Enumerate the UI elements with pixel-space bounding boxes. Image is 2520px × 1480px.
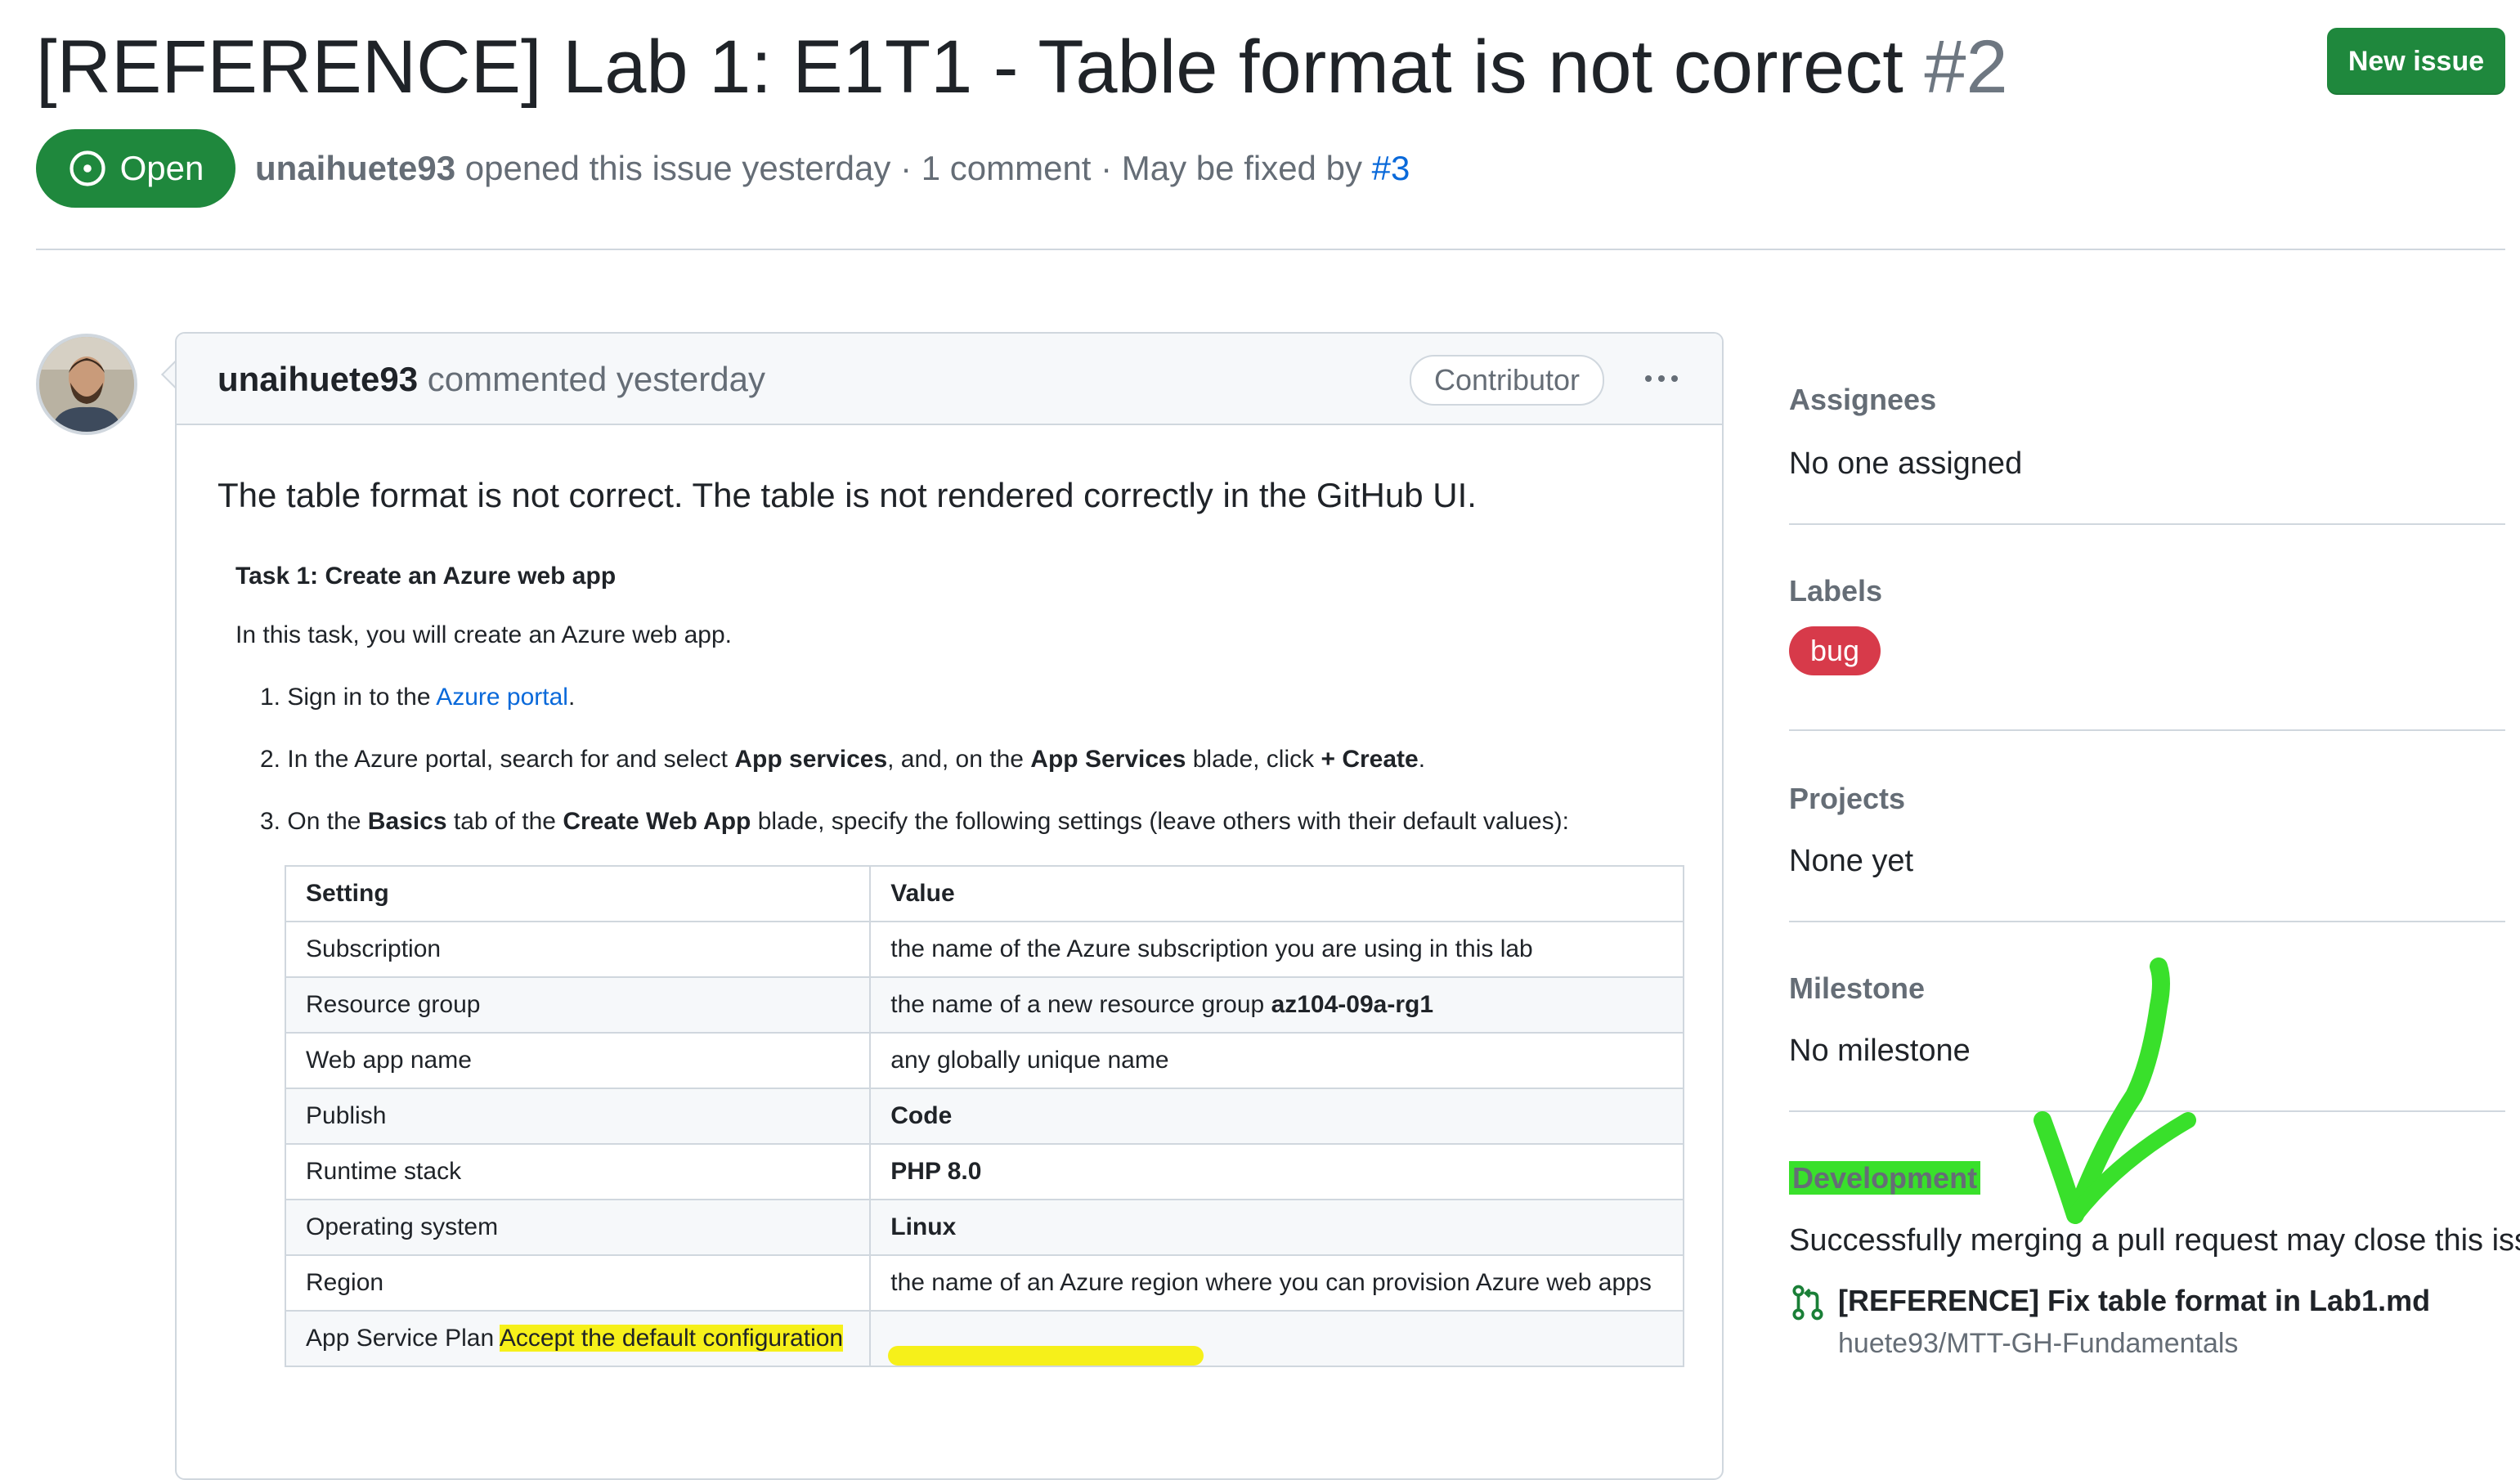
issue-meta-text: opened this issue yesterday · 1 comment … <box>464 149 1362 187</box>
sidebar-projects-value: None yet <box>1789 844 1914 878</box>
step-text: . <box>1418 746 1426 773</box>
sidebar-divider <box>1789 523 2505 525</box>
step-3: 3. On the Basics tab of the Create Web A… <box>260 808 1569 836</box>
azure-portal-link[interactable]: Azure portal <box>436 684 568 711</box>
issue-state-badge: Open <box>36 129 235 208</box>
sidebar-assignees-value: No one assigned <box>1789 446 2023 481</box>
table-cell-value: any globally unique name <box>869 1032 1684 1089</box>
table-row: Subscription the name of the Azure subsc… <box>284 921 1684 978</box>
table-header-setting: Setting <box>284 865 872 922</box>
comment-header: unaihuete93 commented yesterday Contribu… <box>177 334 1722 425</box>
step-number: 1. <box>260 684 281 711</box>
table-row: Web app name any globally unique name <box>284 1032 1684 1089</box>
cell-bold: az104-09a-rg1 <box>1271 991 1434 1018</box>
issue-state-label: Open <box>119 149 204 187</box>
step-bold: Create Web App <box>563 808 751 835</box>
table-cell-value: the name of a new resource group az104-0… <box>869 976 1684 1034</box>
avatar-image <box>39 337 134 432</box>
step-1: 1. Sign in to the Azure portal. <box>260 684 575 711</box>
comment-author-line: unaihuete93 commented yesterday <box>217 355 765 404</box>
step-text: On the <box>287 808 361 835</box>
linked-pr-repo[interactable]: huete93/MTT-GH-Fundamentals <box>1838 1328 2238 1360</box>
table-row: Operating system Linux <box>284 1199 1684 1256</box>
comment-author-link[interactable]: unaihuete93 <box>217 360 418 398</box>
pull-request-icon <box>1792 1285 1823 1321</box>
task-heading: Task 1: Create an Azure web app <box>235 563 617 590</box>
table-row: Resource group the name of a new resourc… <box>284 976 1684 1034</box>
new-issue-button[interactable]: New issue <box>2327 28 2505 95</box>
cell-bold: Code <box>890 1102 953 1129</box>
label-bug[interactable]: bug <box>1789 626 1881 675</box>
table-cell-value: the name of the Azure subscription you a… <box>869 921 1684 978</box>
table-row: Publish Code <box>284 1088 1684 1145</box>
step-text: , and, on the <box>887 746 1024 773</box>
step-text: blade, click <box>1192 746 1315 773</box>
step-text: tab of the <box>453 808 556 835</box>
comment-timestamp[interactable]: commented yesterday <box>428 360 765 398</box>
avatar[interactable] <box>36 334 137 435</box>
sidebar-assignees-heading[interactable]: Assignees <box>1789 383 1936 417</box>
table-cell-setting: Region <box>284 1254 872 1312</box>
table-cell-setting: Publish <box>284 1088 872 1145</box>
table-cell-setting: Web app name <box>284 1032 872 1089</box>
sidebar-milestone-heading[interactable]: Milestone <box>1789 971 1925 1006</box>
fixed-by-pr-link[interactable]: #3 <box>1372 149 1410 187</box>
cell-bold: PHP 8.0 <box>890 1158 982 1185</box>
comment-box: unaihuete93 commented yesterday Contribu… <box>175 332 1724 1480</box>
cell-bold: Linux <box>890 1213 957 1240</box>
step-text: . <box>567 684 576 711</box>
sidebar-labels-heading[interactable]: Labels <box>1789 574 1882 608</box>
table-cell-value: Linux <box>869 1199 1684 1256</box>
task-intro: In this task, you will create an Azure w… <box>235 621 732 648</box>
table-row: Runtime stack PHP 8.0 <box>284 1143 1684 1200</box>
settings-table: Setting Value Subscription the name of t… <box>284 865 1684 1367</box>
table-cell-value: PHP 8.0 <box>869 1143 1684 1200</box>
step-bold: Basics <box>367 808 447 835</box>
step-2: 2. In the Azure portal, search for and s… <box>260 746 1425 774</box>
step-text: blade, specify the following settings (l… <box>757 808 1569 835</box>
issue-number: #2 <box>1924 25 2008 109</box>
step-text: Sign in to the <box>287 684 431 711</box>
comment-options-icon[interactable] <box>1637 358 1686 399</box>
yellow-marker-stroke <box>888 1346 1204 1366</box>
table-cell-value: the name of an Azure region where you ca… <box>869 1254 1684 1312</box>
green-checkmark-annotation <box>2033 958 2196 1224</box>
contributor-badge: Contributor <box>1410 355 1604 406</box>
issue-title-text: [REFERENCE] Lab 1: E1T1 - Table format i… <box>36 25 1903 109</box>
step-bold: App services <box>734 746 888 773</box>
header-divider <box>36 249 2505 250</box>
issue-open-icon <box>70 150 105 186</box>
sidebar-development-heading[interactable]: Development <box>1789 1161 1981 1195</box>
table-cell-setting: App Service Plan Accept the default conf… <box>284 1310 872 1367</box>
table-cell-setting: Operating system <box>284 1199 872 1256</box>
issue-author-link[interactable]: unaihuete93 <box>255 149 455 187</box>
table-header-value: Value <box>869 865 1684 922</box>
yellow-highlight-text: Accept the default configuration <box>499 1325 844 1352</box>
table-cell-value: Code <box>869 1088 1684 1145</box>
cell-text: the name of a new resource group <box>890 991 1265 1018</box>
step-bold: App Services <box>1030 746 1186 773</box>
table-header-row: Setting Value <box>284 865 1684 922</box>
step-bold: + Create <box>1321 746 1419 773</box>
issue-title: [REFERENCE] Lab 1: E1T1 - Table format i… <box>36 18 2008 116</box>
comment-lead-text: The table format is not correct. The tab… <box>217 476 1477 514</box>
linked-pr-title[interactable]: [REFERENCE] Fix table format in Lab1.md <box>1838 1284 2430 1318</box>
development-highlight: Development <box>1789 1161 1981 1195</box>
sidebar-divider <box>1789 921 2505 922</box>
cell-text: App Service Plan <box>306 1325 495 1352</box>
sidebar-milestone-value: No milestone <box>1789 1034 1971 1068</box>
step-text: In the Azure portal, search for and sele… <box>287 746 729 773</box>
sidebar-projects-heading[interactable]: Projects <box>1789 782 1905 816</box>
issue-meta: unaihuete93 opened this issue yesterday … <box>255 144 1410 193</box>
table-row: Region the name of an Azure region where… <box>284 1254 1684 1312</box>
step-number: 2. <box>260 746 281 773</box>
step-number: 3. <box>260 808 281 835</box>
table-cell-setting: Runtime stack <box>284 1143 872 1200</box>
sidebar-divider <box>1789 729 2505 731</box>
table-cell-setting: Resource group <box>284 976 872 1034</box>
table-cell-setting: Subscription <box>284 921 872 978</box>
